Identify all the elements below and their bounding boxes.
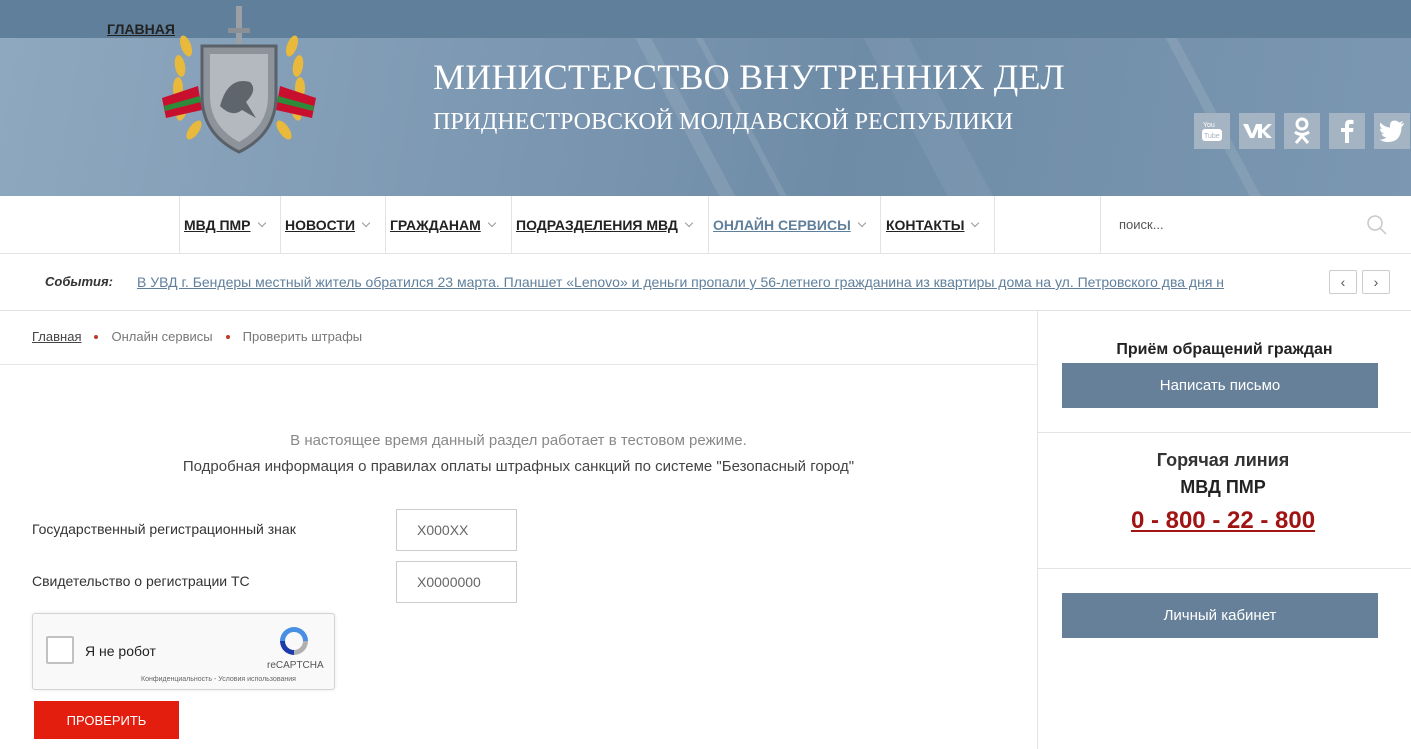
twitter-icon[interactable] (1374, 113, 1410, 149)
odnoklassniki-icon[interactable] (1284, 113, 1320, 149)
write-letter-button[interactable]: Написать письмо (1062, 363, 1378, 408)
nav-separator (280, 196, 281, 253)
check-fines-button[interactable]: ПРОВЕРИТЬ (34, 701, 179, 739)
personal-cabinet-button[interactable]: Личный кабинет (1062, 593, 1378, 638)
chevron-down-icon (487, 218, 497, 227)
recaptcha-label: Я не робот (85, 643, 156, 659)
hotline-org: МВД ПМР (1180, 477, 1266, 497)
breadcrumb-home-link[interactable]: Главная (32, 329, 81, 344)
nav-item-departments[interactable]: ПОДРАЗДЕЛЕНИЯ МВД (516, 196, 694, 253)
site-subtitle: ПРИДНЕСТРОВСКОЙ МОЛДАВСКОЙ РЕСПУБЛИКИ (433, 109, 1014, 135)
chevron-down-icon (857, 218, 867, 227)
nav-separator (880, 196, 881, 253)
rules-info-link[interactable]: Подробная информация о правилах оплаты ш… (0, 458, 1037, 475)
nav-separator (511, 196, 512, 253)
breadcrumb-separator (225, 334, 230, 339)
ministry-emblem-logo[interactable] (158, 6, 320, 156)
plate-label: Государственный регистрационный знак (32, 521, 296, 537)
nav-separator (708, 196, 709, 253)
nav-item-citizens[interactable]: ГРАЖДАНАМ (390, 196, 497, 253)
ticker-prev-button[interactable]: ‹ (1329, 270, 1357, 294)
nav-item-contacts[interactable]: КОНТАКТЫ (886, 196, 980, 253)
chevron-down-icon (257, 218, 266, 227)
nav-item-mvd[interactable]: МВД ПМР (184, 196, 266, 253)
events-ticker: События: В УВД г. Бендеры местный житель… (0, 254, 1411, 311)
sidebar-divider-1 (1038, 432, 1411, 433)
nav-item-home[interactable]: ГЛАВНАЯ (107, 0, 175, 57)
nav-separator (994, 196, 995, 253)
appeals-title: Приём обращений граждан (1116, 341, 1333, 358)
certificate-label: Свидетельство о регистрации ТС (32, 573, 250, 589)
plate-number-input[interactable] (396, 509, 517, 551)
hotline-title: Горячая линия (1156, 450, 1290, 470)
search-input[interactable] (1100, 196, 1411, 253)
svg-text:Tube: Tube (1204, 133, 1220, 140)
recaptcha-widget: Я не робот reCAPTCHA Конфиденциальность … (32, 613, 335, 690)
nav-separator (179, 196, 180, 253)
events-label: События: (45, 274, 113, 289)
chevron-down-icon (361, 218, 371, 227)
search-icon[interactable] (1366, 214, 1388, 236)
nav-separator (385, 196, 386, 253)
breadcrumb-current: Проверить штрафы (242, 329, 363, 344)
recaptcha-checkbox[interactable] (46, 636, 74, 664)
breadcrumb-online-services[interactable]: Онлайн сервисы (111, 329, 212, 344)
chevron-down-icon (684, 218, 694, 227)
breadcrumb-separator (94, 334, 99, 339)
vk-icon[interactable] (1239, 113, 1275, 149)
content-divider (0, 364, 1037, 365)
facebook-icon[interactable] (1329, 113, 1365, 149)
sidebar-divider-2 (1038, 568, 1411, 569)
chevron-down-icon (971, 218, 980, 227)
recaptcha-logo-icon (280, 627, 308, 655)
recaptcha-brand: reCAPTCHA (267, 660, 324, 671)
registration-certificate-input[interactable] (396, 561, 517, 603)
events-headline-link[interactable]: В УВД г. Бендеры местный житель обратилс… (137, 274, 1225, 290)
svg-text:You: You (1203, 122, 1215, 129)
recaptcha-privacy-links[interactable]: Конфиденциальность - Условия использован… (141, 676, 296, 683)
site-title: МИНИСТЕРСТВО ВНУТРЕННИХ ДЕЛ (433, 57, 1065, 97)
youtube-icon[interactable]: You Tube (1194, 113, 1230, 149)
ticker-next-button[interactable]: › (1362, 270, 1390, 294)
hotline-phone-link[interactable]: 0 - 800 - 22 - 800 (1038, 507, 1408, 535)
breadcrumb: Главная Онлайн сервисы Проверить штрафы (32, 329, 362, 344)
test-mode-notice: В настоящее время данный раздел работает… (290, 432, 747, 449)
nav-item-online-services[interactable]: ОНЛАЙН СЕРВИСЫ (713, 196, 867, 253)
nav-item-news[interactable]: НОВОСТИ (285, 196, 371, 253)
